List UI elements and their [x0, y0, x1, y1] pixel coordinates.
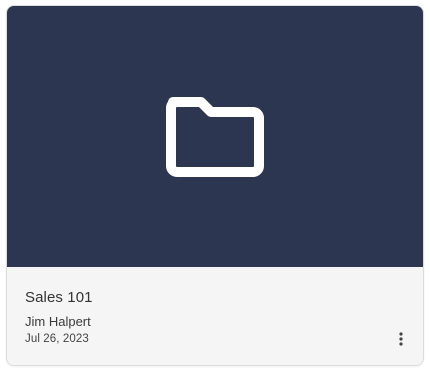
more-options-button[interactable] — [391, 329, 411, 349]
card-info: Sales 101 Jim Halpert Jul 26, 2023 — [7, 267, 423, 365]
course-card[interactable]: Sales 101 Jim Halpert Jul 26, 2023 — [6, 5, 424, 366]
more-vertical-icon — [399, 332, 403, 346]
card-date: Jul 26, 2023 — [25, 333, 89, 345]
card-thumbnail[interactable] — [7, 6, 423, 267]
card-author: Jim Halpert — [25, 314, 91, 329]
card-title[interactable]: Sales 101 — [25, 289, 93, 306]
folder-icon — [166, 96, 264, 177]
